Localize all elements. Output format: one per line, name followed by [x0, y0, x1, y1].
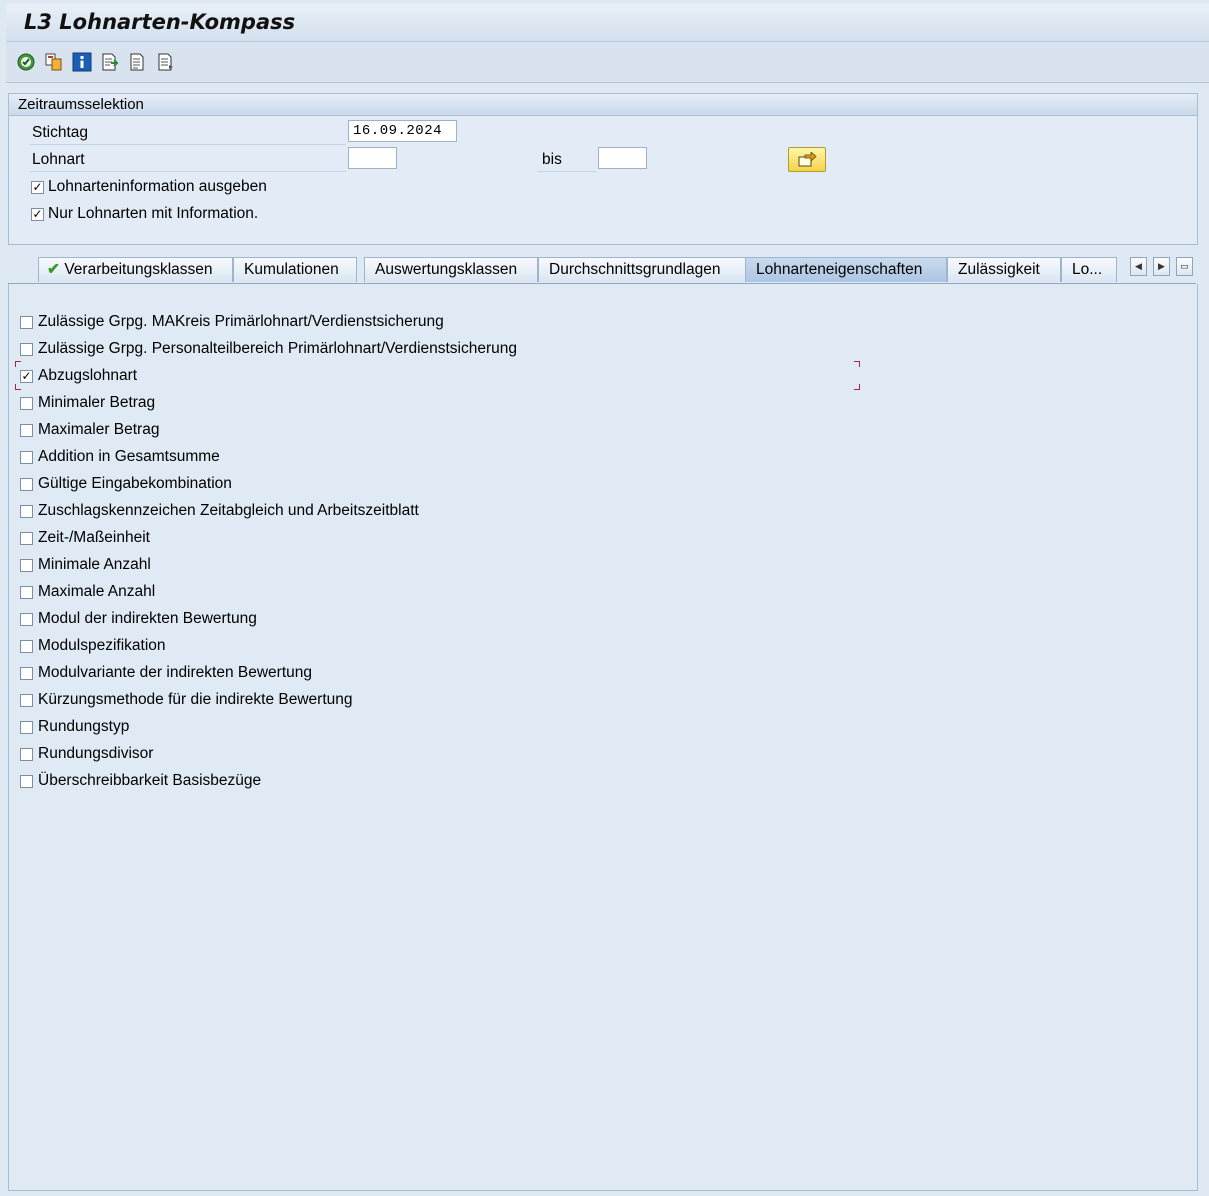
tab-zulaessigkeit[interactable]: Zulässigkeit — [947, 257, 1061, 282]
property-checkbox[interactable] — [20, 424, 33, 437]
property-checkbox[interactable] — [20, 397, 33, 410]
property-checkbox[interactable] — [20, 667, 33, 680]
tab-kumulationen[interactable]: Kumulationen — [233, 257, 357, 282]
tab-scroll-left-icon[interactable]: ◀ — [1130, 257, 1147, 276]
property-checkbox[interactable] — [20, 640, 33, 653]
tab-durchschnittsgrundlagen[interactable]: Durchschnittsgrundlagen — [538, 257, 746, 282]
property-label: Modulspezifikation — [38, 637, 166, 654]
group-title: Zeitraumsselektion — [9, 94, 1197, 116]
property-label: Maximale Anzahl — [38, 583, 156, 600]
property-label: Rundungstyp — [38, 718, 130, 735]
property-checkbox[interactable] — [20, 694, 33, 707]
stichtag-field[interactable]: 16.09.2024 — [348, 120, 457, 142]
property-label: Kürzungsmethode für die indirekte Bewert… — [38, 691, 353, 708]
export-icon[interactable] — [100, 52, 120, 72]
document-alt-icon[interactable] — [156, 52, 176, 72]
focus-marker — [854, 361, 860, 367]
property-checkbox[interactable] — [20, 586, 33, 599]
focus-marker — [15, 361, 21, 367]
tab-label: Kumulationen — [244, 261, 339, 278]
document-icon[interactable] — [128, 52, 148, 72]
property-label: Abzugslohnart — [38, 367, 138, 384]
property-label: Modulvariante der indirekten Bewertung — [38, 664, 312, 681]
checkmark-icon: ✔ — [47, 261, 60, 278]
property-label: Addition in Gesamtsumme — [38, 448, 220, 465]
tab-scroll-right-icon[interactable]: ▶ — [1153, 257, 1170, 276]
divider — [538, 171, 596, 172]
property-label: Überschreibbarkeit Basisbezüge — [38, 772, 262, 789]
tab-label: Lo... — [1072, 261, 1103, 278]
tab-verarbeitungsklassen[interactable]: ✔ Verarbeitungsklassen — [38, 257, 233, 282]
divider — [30, 171, 346, 172]
title-bar: L3 Lohnarten-Kompass — [6, 4, 1209, 42]
property-checkbox[interactable] — [20, 505, 33, 518]
bis-label: bis — [542, 151, 562, 168]
stichtag-label: Stichtag — [32, 124, 89, 141]
copy-icon[interactable] — [44, 52, 64, 72]
focus-marker — [854, 384, 860, 390]
property-checkbox[interactable] — [20, 559, 33, 572]
nur-lohnarten-checkbox[interactable]: ✓ — [31, 208, 44, 221]
tab-list-icon[interactable]: ▭ — [1176, 257, 1193, 276]
property-checkbox[interactable] — [20, 478, 33, 491]
property-checkbox[interactable] — [20, 451, 33, 464]
lohnart-label: Lohnart — [32, 151, 85, 168]
property-label: Zulässige Grpg. Personalteilbereich Prim… — [38, 340, 518, 357]
property-label: Gültige Eingabekombination — [38, 475, 232, 492]
lohnarteninformation-label: Lohnarteninformation ausgeben — [48, 178, 267, 195]
property-checkbox[interactable] — [20, 343, 33, 356]
property-checkbox[interactable] — [20, 721, 33, 734]
execute-selection-button[interactable] — [788, 147, 826, 172]
tab-more[interactable]: Lo... — [1061, 257, 1117, 282]
property-checkbox[interactable] — [20, 775, 33, 788]
property-checkbox[interactable] — [20, 532, 33, 545]
property-label: Zuschlagskennzeichen Zeitabgleich und Ar… — [38, 502, 419, 519]
property-checkbox[interactable] — [20, 316, 33, 329]
property-label: Zulässige Grpg. MAKreis Primärlohnart/Ve… — [38, 313, 444, 330]
application-toolbar — [6, 42, 1209, 83]
property-checkbox[interactable] — [20, 748, 33, 761]
tab-label: Zulässigkeit — [958, 261, 1040, 278]
lohnarteninformation-checkbox[interactable]: ✓ — [31, 181, 44, 194]
divider — [30, 144, 346, 145]
arrow-into-box-icon — [798, 151, 817, 166]
property-label: Maximaler Betrag — [38, 421, 160, 438]
tab-panel — [8, 284, 1198, 1191]
property-label: Rundungsdivisor — [38, 745, 154, 762]
tab-auswertungsklassen[interactable]: Auswertungsklassen — [364, 257, 538, 282]
page-title: L3 Lohnarten-Kompass — [24, 10, 296, 34]
property-checkbox[interactable]: ✓ — [20, 370, 33, 383]
property-label: Minimaler Betrag — [38, 394, 156, 411]
focus-marker — [15, 384, 21, 390]
lohnart-to-field[interactable] — [598, 147, 647, 169]
property-label: Zeit-/Maßeinheit — [38, 529, 150, 546]
tab-strip: ✔ Verarbeitungsklassen Kumulationen Ausw… — [8, 255, 1196, 285]
property-label: Minimale Anzahl — [38, 556, 151, 573]
property-checkbox[interactable] — [20, 613, 33, 626]
tab-label: Verarbeitungsklassen — [64, 261, 213, 278]
tab-label: Durchschnittsgrundlagen — [549, 261, 721, 278]
tab-label: Auswertungsklassen — [375, 261, 518, 278]
lohnart-from-field[interactable] — [348, 147, 397, 169]
tab-label: Lohnarteneigenschaften — [756, 261, 923, 278]
nur-lohnarten-label: Nur Lohnarten mit Information. — [48, 205, 259, 222]
information-icon[interactable] — [72, 52, 92, 72]
execute-icon[interactable] — [16, 52, 36, 72]
tab-lohnarteneigenschaften[interactable]: Lohnarteneigenschaften — [745, 257, 947, 282]
property-label: Modul der indirekten Bewertung — [38, 610, 257, 627]
